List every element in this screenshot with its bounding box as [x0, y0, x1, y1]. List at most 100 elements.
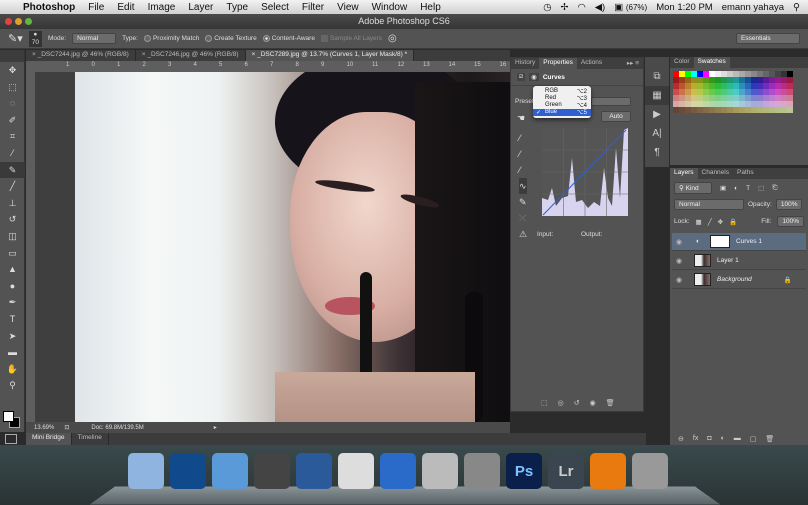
- view-previous-icon[interactable]: ◎: [558, 399, 564, 407]
- smooth-icon[interactable]: ⤫: [519, 210, 527, 226]
- channel-red[interactable]: Red ⌥3: [533, 95, 591, 102]
- dock-lr-icon[interactable]: Lr: [548, 453, 584, 489]
- channel-blue[interactable]: ✓ Blue ⌥5: [533, 109, 591, 116]
- tab-timeline[interactable]: Timeline: [72, 433, 109, 445]
- content-aware-radio[interactable]: Content-Aware: [262, 34, 315, 42]
- document-photo[interactable]: [75, 72, 510, 422]
- menu-layer[interactable]: Layer: [188, 2, 213, 13]
- layer-name[interactable]: Background: [717, 276, 752, 283]
- filter-shape-icon[interactable]: ⬚: [758, 184, 764, 192]
- add-mask-icon[interactable]: ◘: [707, 435, 711, 443]
- dodge-tool-icon[interactable]: ●: [0, 278, 25, 295]
- filter-type-icon[interactable]: T: [746, 185, 750, 192]
- dock-trash-icon[interactable]: [632, 453, 668, 489]
- path-select-tool-icon[interactable]: ➤: [0, 328, 25, 345]
- layer-row-layer1[interactable]: ◉ Layer 1: [672, 252, 806, 270]
- gray-point-eyedropper-icon[interactable]: ⁄: [519, 146, 527, 162]
- document-tab-active[interactable]: × _DSC7289.jpg @ 13.7% (Curves 1, Layer …: [245, 50, 415, 61]
- bluetooth-icon[interactable]: ✢: [560, 2, 568, 13]
- user-name[interactable]: emann yahaya: [722, 2, 784, 13]
- visibility-eye-icon[interactable]: ◉: [672, 276, 686, 284]
- status-icon[interactable]: ⊡: [64, 424, 69, 431]
- new-layer-icon[interactable]: ▢: [750, 435, 757, 443]
- visibility-eye-icon[interactable]: ◉: [672, 238, 686, 246]
- tab-swatches[interactable]: Swatches: [693, 57, 730, 68]
- auto-button[interactable]: Auto: [601, 111, 631, 122]
- gradient-tool-icon[interactable]: ▭: [0, 245, 25, 262]
- menu-app[interactable]: Photoshop: [23, 2, 75, 13]
- menu-filter[interactable]: Filter: [302, 2, 324, 13]
- channel-green[interactable]: Green ⌥4: [533, 102, 591, 109]
- menu-image[interactable]: Image: [148, 2, 176, 13]
- dock-imovie-icon[interactable]: [254, 453, 290, 489]
- panel-menu-icon[interactable]: ▸▸ ≡: [623, 58, 643, 69]
- layer-style-icon[interactable]: fx: [693, 435, 698, 443]
- clone-stamp-tool-icon[interactable]: ⊥: [0, 195, 25, 212]
- brush-tool-icon[interactable]: ╱: [0, 178, 25, 195]
- crop-tool-icon[interactable]: ⌗: [0, 128, 25, 145]
- tab-color[interactable]: Color: [670, 57, 694, 68]
- dock-system-preferences-icon[interactable]: [464, 453, 500, 489]
- move-tool-icon[interactable]: ✥: [0, 62, 25, 79]
- dock-chrome-icon[interactable]: [338, 453, 374, 489]
- status-menu-arrow[interactable]: ▸: [214, 424, 217, 431]
- new-adjustment-icon[interactable]: ◐: [721, 435, 725, 443]
- blend-mode-select[interactable]: Normal: [674, 199, 744, 210]
- zoom-window-button[interactable]: [25, 18, 32, 25]
- filter-pixel-icon[interactable]: ▣: [720, 184, 726, 192]
- hand-tool-icon[interactable]: ✋: [0, 361, 25, 378]
- filter-smart-object-icon[interactable]: ⎗: [772, 184, 777, 192]
- delete-icon[interactable]: 🗑: [606, 399, 615, 407]
- dock-safari-icon[interactable]: [212, 453, 248, 489]
- proximity-match-radio[interactable]: Proximity Match: [143, 34, 199, 42]
- tab-layers[interactable]: Layers: [670, 168, 698, 179]
- white-point-eyedropper-icon[interactable]: ⁄: [519, 162, 527, 178]
- spot-healing-tool-icon[interactable]: ✎: [0, 161, 25, 179]
- menu-window[interactable]: Window: [372, 2, 408, 13]
- minimize-window-button[interactable]: [15, 18, 22, 25]
- lock-transparent-icon[interactable]: ▦: [696, 218, 702, 226]
- battery-icon[interactable]: ▣ (67%): [614, 2, 647, 13]
- document-tab[interactable]: × _DSC7246.jpg @ 46% (RGB/8): [136, 50, 246, 61]
- lock-pixels-icon[interactable]: ╱: [708, 218, 712, 226]
- curve-edit-icon[interactable]: ∿: [519, 178, 528, 194]
- dock-finder-icon[interactable]: [128, 453, 164, 489]
- opacity-field[interactable]: 100%: [775, 199, 803, 210]
- dock-ps-icon[interactable]: Ps: [506, 453, 542, 489]
- clock[interactable]: Mon 1:20 PM: [656, 2, 713, 13]
- layer-row-background[interactable]: ◉ Background 🔒: [672, 271, 806, 289]
- blur-tool-icon[interactable]: ▲: [0, 261, 25, 278]
- marquee-tool-icon[interactable]: ⬚: [0, 79, 25, 96]
- zoom-tool-icon[interactable]: ⚲: [0, 377, 25, 394]
- volume-icon[interactable]: ◀): [595, 2, 605, 13]
- tab-paths[interactable]: Paths: [733, 168, 758, 179]
- dock-youtube-icon[interactable]: [422, 453, 458, 489]
- layer-mask-icon[interactable]: ◉: [529, 73, 539, 81]
- clipping-warning-icon[interactable]: ⚠: [519, 226, 527, 242]
- lock-position-icon[interactable]: ✥: [718, 218, 723, 226]
- mode-select[interactable]: Normal: [72, 33, 117, 44]
- link-layers-icon[interactable]: ⊖: [678, 435, 684, 443]
- visibility-icon[interactable]: ◉: [590, 399, 596, 407]
- properties-panel-icon[interactable]: ▦: [645, 86, 669, 105]
- wifi-icon[interactable]: ◠: [577, 2, 585, 13]
- dock-vlc-icon[interactable]: [590, 453, 626, 489]
- spot-healing-brush-icon[interactable]: ✎▾: [8, 32, 23, 45]
- black-point-eyedropper-icon[interactable]: ⁄: [519, 130, 527, 146]
- curves-graph[interactable]: [542, 128, 628, 216]
- fill-field[interactable]: 100%: [777, 216, 804, 227]
- eraser-tool-icon[interactable]: ◫: [0, 228, 25, 245]
- visibility-eye-icon[interactable]: ◉: [672, 257, 686, 265]
- foreground-color-swatch[interactable]: [3, 411, 14, 422]
- menu-select[interactable]: Select: [261, 2, 289, 13]
- preset-select[interactable]: [591, 97, 631, 106]
- history-panel-icon[interactable]: ⧉: [645, 67, 669, 86]
- spotlight-icon[interactable]: ⚲: [793, 2, 800, 13]
- channel-rgb[interactable]: RGB ⌥2: [533, 88, 591, 95]
- dock-final-cut-icon[interactable]: [296, 453, 332, 489]
- filter-adjustment-icon[interactable]: ◐: [734, 185, 738, 192]
- tab-channels[interactable]: Channels: [698, 168, 733, 179]
- reset-icon[interactable]: ↺: [574, 399, 580, 407]
- actions-panel-icon[interactable]: ▶: [645, 105, 669, 124]
- menu-view[interactable]: View: [337, 2, 359, 13]
